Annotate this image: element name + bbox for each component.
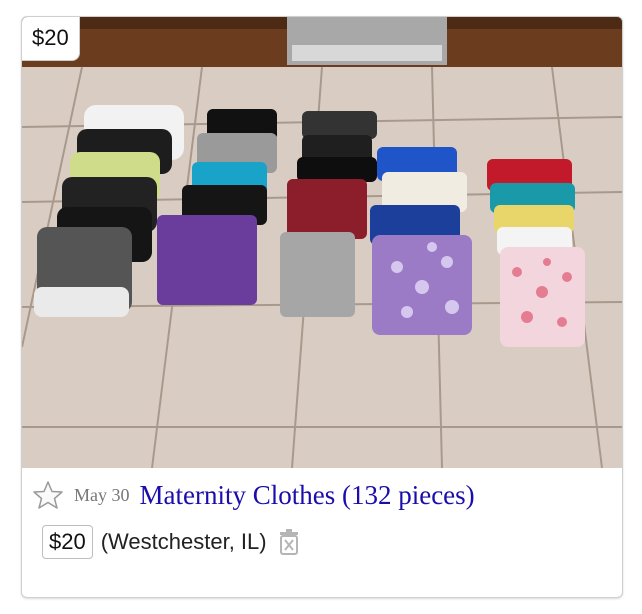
photo-price-badge: $20	[22, 17, 80, 61]
listing-meta-row: $20 (Westchester, IL)	[42, 525, 303, 559]
listing-photo[interactable]: $20	[22, 17, 622, 468]
listing-card[interactable]: $20 May 30 Maternity Clothes (132 pieces…	[21, 16, 623, 598]
listing-price: $20	[42, 525, 93, 559]
listing-title-link[interactable]: Maternity Clothes (132 pieces)	[140, 480, 475, 511]
listing-location: (Westchester, IL)	[100, 529, 267, 554]
trash-hide-icon[interactable]	[275, 527, 303, 557]
star-outline-icon[interactable]	[32, 480, 64, 510]
listing-title-row: May 30 Maternity Clothes (132 pieces)	[32, 477, 475, 513]
clothes-photo-illustration	[22, 17, 622, 468]
listing-date: May 30	[74, 484, 130, 505]
